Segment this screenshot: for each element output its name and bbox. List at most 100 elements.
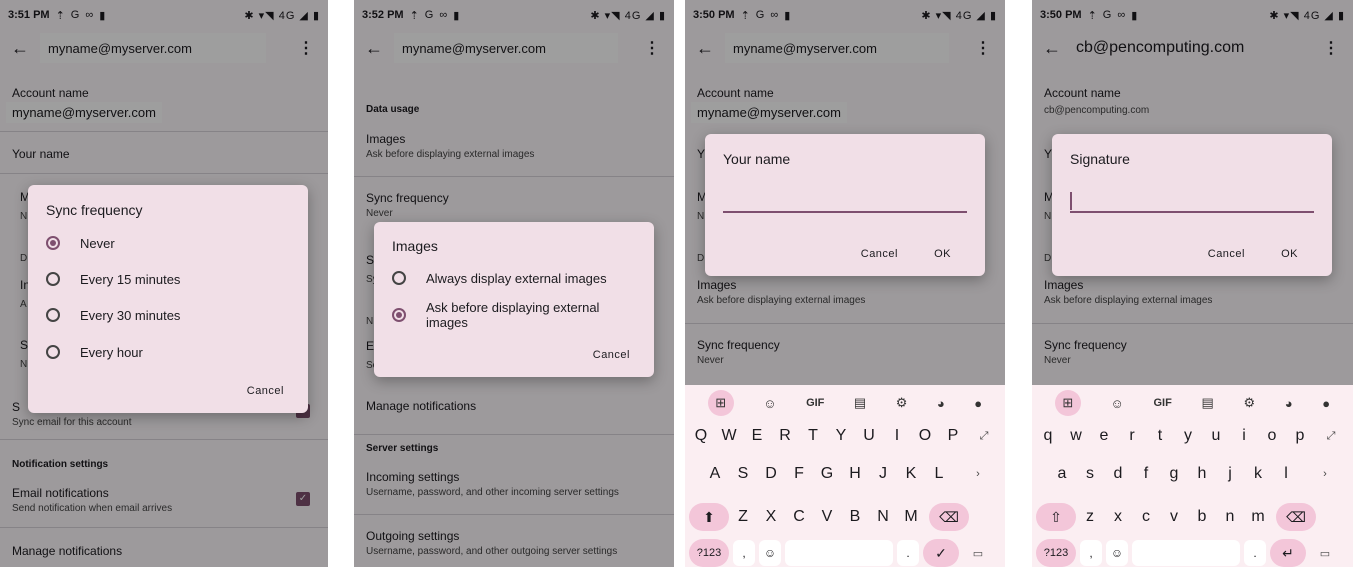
clipboard-icon[interactable]: ▤	[854, 395, 866, 411]
key[interactable]: j	[1216, 465, 1244, 483]
key[interactable]: L	[925, 465, 953, 483]
spacebar[interactable]	[1132, 540, 1240, 566]
ok-button[interactable]: OK	[1281, 248, 1298, 260]
floating-keyboard-icon[interactable]: ▭	[963, 547, 993, 560]
key[interactable]: y	[1174, 427, 1202, 445]
key[interactable]: D	[757, 465, 785, 483]
key[interactable]: h	[1188, 465, 1216, 483]
emoji-icon[interactable]: ☺	[1106, 540, 1128, 566]
emoji-icon[interactable]: ☺	[759, 540, 781, 566]
key[interactable]: J	[869, 465, 897, 483]
key[interactable]: G	[813, 465, 841, 483]
key[interactable]: r	[1118, 427, 1146, 445]
key[interactable]: m	[1244, 508, 1272, 526]
option-every-hour[interactable]: Every hour	[46, 345, 143, 360]
signature-input[interactable]	[1070, 211, 1314, 213]
key[interactable]: N	[869, 508, 897, 526]
sticker-icon[interactable]: ☺	[763, 396, 776, 411]
cancel-button[interactable]: Cancel	[247, 385, 284, 397]
option-15-minutes[interactable]: Every 15 minutes	[46, 272, 180, 287]
symbols-key[interactable]: ?123	[689, 539, 729, 567]
key[interactable]: u	[1202, 427, 1230, 445]
key[interactable]: b	[1188, 508, 1216, 526]
sticker-icon[interactable]: ☺	[1111, 396, 1124, 411]
apps-grid-icon[interactable]: ⊞	[707, 390, 734, 416]
spacebar[interactable]	[785, 540, 893, 566]
key[interactable]: I	[883, 427, 911, 445]
backspace-icon[interactable]: ⌫	[929, 503, 969, 531]
option-30-minutes[interactable]: Every 30 minutes	[46, 308, 180, 323]
key[interactable]: M	[897, 508, 925, 526]
option-ask-before[interactable]: Ask before displaying external images	[392, 300, 637, 330]
floating-keyboard-icon[interactable]: ▭	[1310, 547, 1340, 560]
key[interactable]: a	[1048, 465, 1076, 483]
shift-icon[interactable]: ⬆	[689, 503, 729, 531]
key[interactable]: o	[1258, 427, 1286, 445]
period-key[interactable]: .	[1244, 540, 1266, 566]
key[interactable]: Z	[729, 508, 757, 526]
resize-icon[interactable]: ⤢	[967, 430, 1001, 443]
key[interactable]: q	[1034, 427, 1062, 445]
cancel-button[interactable]: Cancel	[593, 349, 630, 361]
key[interactable]: s	[1076, 465, 1104, 483]
comma-key[interactable]: ,	[1080, 540, 1102, 566]
microphone-icon[interactable]: ●	[974, 396, 982, 411]
key[interactable]: S	[729, 465, 757, 483]
key[interactable]: c	[1132, 508, 1160, 526]
key[interactable]: n	[1216, 508, 1244, 526]
resize-icon[interactable]: ⤢	[1314, 430, 1348, 443]
comma-key[interactable]: ,	[733, 540, 755, 566]
option-always-display[interactable]: Always display external images	[392, 271, 607, 286]
key[interactable]: B	[841, 508, 869, 526]
key[interactable]: d	[1104, 465, 1132, 483]
key[interactable]: F	[785, 465, 813, 483]
option-never[interactable]: Never	[46, 236, 115, 251]
key[interactable]: Y	[827, 427, 855, 445]
gif-icon[interactable]: GIF	[1153, 397, 1171, 409]
enter-icon[interactable]: ↵	[1270, 539, 1306, 567]
key[interactable]: T	[799, 427, 827, 445]
key[interactable]: z	[1076, 508, 1104, 526]
key[interactable]: g	[1160, 465, 1188, 483]
key[interactable]: i	[1230, 427, 1258, 445]
key[interactable]: x	[1104, 508, 1132, 526]
apps-grid-icon[interactable]: ⊞	[1054, 390, 1081, 416]
key[interactable]: P	[939, 427, 967, 445]
key[interactable]: E	[743, 427, 771, 445]
key[interactable]: l	[1272, 465, 1300, 483]
palette-icon[interactable]: ◕	[1285, 396, 1293, 411]
chevron-right-icon[interactable]: ›	[953, 468, 1003, 480]
key[interactable]: V	[813, 508, 841, 526]
key[interactable]: f	[1132, 465, 1160, 483]
key[interactable]: Q	[687, 427, 715, 445]
chevron-right-icon[interactable]: ›	[1300, 468, 1350, 480]
backspace-icon[interactable]: ⌫	[1276, 503, 1316, 531]
key[interactable]: W	[715, 427, 743, 445]
key[interactable]: R	[771, 427, 799, 445]
key[interactable]: e	[1090, 427, 1118, 445]
key[interactable]: w	[1062, 427, 1090, 445]
period-key[interactable]: .	[897, 540, 919, 566]
shift-outline-icon[interactable]: ⇧	[1036, 503, 1076, 531]
clipboard-icon[interactable]: ▤	[1201, 395, 1213, 411]
key[interactable]: K	[897, 465, 925, 483]
key[interactable]: t	[1146, 427, 1174, 445]
settings-gear-icon[interactable]: ⚙	[1243, 395, 1255, 411]
cancel-button[interactable]: Cancel	[1208, 248, 1245, 260]
key[interactable]: v	[1160, 508, 1188, 526]
gif-icon[interactable]: GIF	[806, 397, 824, 409]
key[interactable]: k	[1244, 465, 1272, 483]
name-input[interactable]	[723, 211, 967, 213]
key[interactable]: U	[855, 427, 883, 445]
key[interactable]: X	[757, 508, 785, 526]
key[interactable]: p	[1286, 427, 1314, 445]
key[interactable]: H	[841, 465, 869, 483]
ok-button[interactable]: OK	[934, 248, 951, 260]
symbols-key[interactable]: ?123	[1036, 539, 1076, 567]
key[interactable]: O	[911, 427, 939, 445]
cancel-button[interactable]: Cancel	[861, 248, 898, 260]
key[interactable]: C	[785, 508, 813, 526]
key[interactable]: A	[701, 465, 729, 483]
settings-gear-icon[interactable]: ⚙	[896, 395, 908, 411]
microphone-icon[interactable]: ●	[1322, 396, 1330, 411]
